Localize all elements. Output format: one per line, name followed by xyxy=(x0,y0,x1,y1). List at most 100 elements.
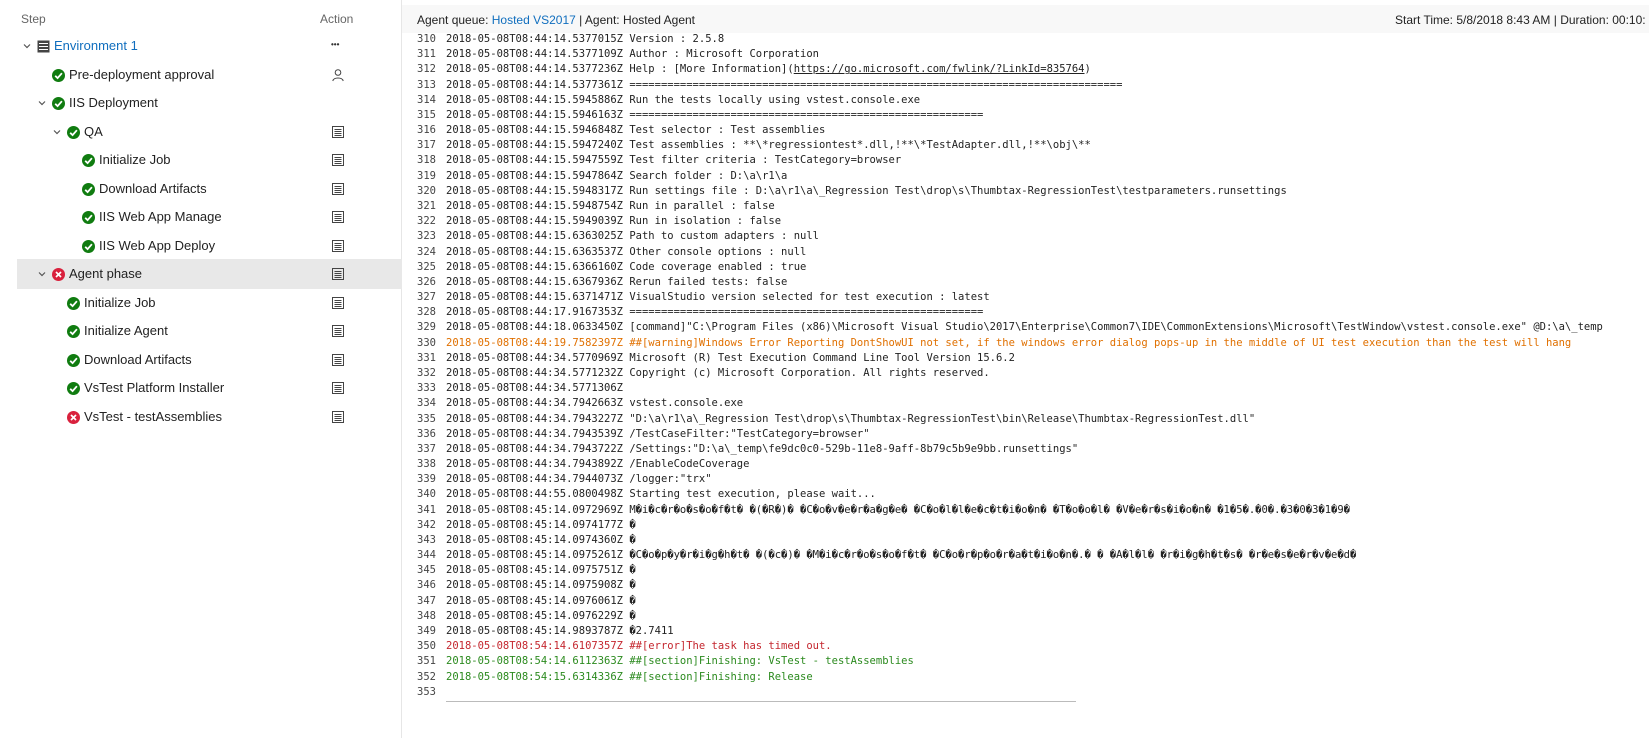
log-line: 325 2018-05-08T08:44:15.6366160Z Code cov… xyxy=(402,259,806,275)
chevron-down-icon[interactable] xyxy=(52,127,62,137)
log-timestamp: 2018-05-08T08:44:15.6371471Z xyxy=(446,291,624,304)
log-message: ##[section]Finishing: Release xyxy=(623,670,813,683)
horizontal-scrollbar[interactable] xyxy=(446,701,1076,702)
success-check-icon xyxy=(82,154,95,167)
agent-queue-info: Agent queue: Hosted VS2017 | Agent: Host… xyxy=(417,13,695,27)
log-message: ##[warning]Windows Error Reporting DontS… xyxy=(623,336,1572,349)
line-number: 322 xyxy=(417,215,436,228)
log-timestamp: 2018-05-08T08:44:18.0633450Z xyxy=(446,321,624,334)
log-line: 353 xyxy=(402,684,446,700)
step-label: Download Artifacts xyxy=(84,352,192,367)
view-log-icon[interactable] xyxy=(331,381,345,395)
log-timestamp: 2018-05-08T08:44:34.5770969Z xyxy=(446,351,624,364)
step-label: Initialize Job xyxy=(99,152,171,167)
log-line: 337 2018-05-08T08:44:34.7943722Z /Setting… xyxy=(402,441,1078,457)
log-message: Author : Microsoft Corporation xyxy=(623,48,819,61)
step-row-agent-initialize-job[interactable]: Initialize Job xyxy=(0,288,402,318)
log-line: 348 2018-05-08T08:45:14.0976229Z � xyxy=(402,608,636,624)
log-timestamp: 2018-05-08T08:54:14.6112363Z xyxy=(446,655,624,668)
queue-link[interactable]: Hosted VS2017 xyxy=(492,13,576,27)
step-row-agent-phase[interactable]: Agent phase xyxy=(17,259,402,289)
line-number: 339 xyxy=(417,473,436,486)
log-message: "D:\a\r1\a\_Regression Test\drop\s\Thumb… xyxy=(623,412,1256,425)
log-timestamp: 2018-05-08T08:44:15.5949039Z xyxy=(446,215,624,228)
step-row-iis-deployment[interactable]: IIS Deployment xyxy=(0,88,402,118)
line-number: 314 xyxy=(417,93,436,106)
line-number: 348 xyxy=(417,609,436,622)
log-line: 315 2018-05-08T08:44:15.5946163Z ========… xyxy=(402,107,983,123)
action-column-header: Action xyxy=(320,12,354,26)
run-time-info: Start Time: 5/8/2018 8:43 AM | Duration:… xyxy=(1395,13,1646,27)
step-row-vstest-platform-installer[interactable]: VsTest Platform Installer xyxy=(0,373,402,403)
log-line: 350 2018-05-08T08:54:14.6107357Z ##[error… xyxy=(402,638,832,654)
success-check-icon xyxy=(82,183,95,196)
view-log-icon[interactable] xyxy=(331,182,345,196)
log-line: 332 2018-05-08T08:44:34.5771232Z Copyrigh… xyxy=(402,365,990,381)
log-line: 320 2018-05-08T08:44:15.5948317Z Run sett… xyxy=(402,183,1287,199)
step-label: Agent phase xyxy=(69,266,143,281)
log-output[interactable]: 310 2018-05-08T08:44:14.5377015Z Version … xyxy=(402,34,1649,738)
log-message: ##[error]The task has timed out. xyxy=(623,640,832,653)
log-line: 343 2018-05-08T08:45:14.0974360Z � xyxy=(402,532,636,548)
step-label: IIS Web App Manage xyxy=(99,209,222,224)
log-timestamp: 2018-05-08T08:44:34.7943722Z xyxy=(446,442,624,455)
line-number: 337 xyxy=(417,442,436,455)
log-message: M�i�c�r�o�s�o�f�t� �(�R�)� �C�o�v�e�r�a�… xyxy=(623,503,1350,516)
step-row-vstest-test-assemblies[interactable]: VsTest - testAssemblies xyxy=(0,402,402,432)
step-row-pre-deployment-approval[interactable]: Pre-deployment approval xyxy=(0,60,402,90)
view-log-icon[interactable] xyxy=(331,267,345,281)
step-row-environment-1[interactable]: Environment 1 ••• xyxy=(0,31,402,61)
view-log-icon[interactable] xyxy=(331,210,345,224)
view-log-icon[interactable] xyxy=(331,296,345,310)
log-timestamp: 2018-05-08T08:45:14.0975261Z xyxy=(446,549,624,562)
line-number: 320 xyxy=(417,184,436,197)
step-row-iis-web-app-manage[interactable]: IIS Web App Manage xyxy=(0,202,402,232)
line-number: 349 xyxy=(417,625,436,638)
more-actions-icon[interactable]: ••• xyxy=(331,41,349,55)
log-timestamp: 2018-05-08T08:44:15.6366160Z xyxy=(446,260,624,273)
chevron-down-icon[interactable] xyxy=(37,98,47,108)
view-log-icon[interactable] xyxy=(331,353,345,367)
log-timestamp: 2018-05-08T08:45:14.0972969Z xyxy=(446,503,624,516)
line-number: 335 xyxy=(417,412,436,425)
line-number: 331 xyxy=(417,351,436,364)
line-number: 319 xyxy=(417,169,436,182)
log-line: 329 2018-05-08T08:44:18.0633450Z [command… xyxy=(402,319,1603,335)
log-timestamp: 2018-05-08T08:44:34.7944073Z xyxy=(446,473,624,486)
agent-label: | Agent: Hosted Agent xyxy=(575,13,695,27)
log-message: /EnableCodeCoverage xyxy=(623,458,750,471)
log-line: 342 2018-05-08T08:45:14.0974177Z � xyxy=(402,517,636,533)
steps-panel: Step Action Environment 1 ••• Pre-deployme… xyxy=(0,0,402,738)
step-row-initialize-agent[interactable]: Initialize Agent xyxy=(0,316,402,346)
approver-person-icon[interactable] xyxy=(331,68,345,82)
view-log-icon[interactable] xyxy=(331,410,345,424)
log-line: 339 2018-05-08T08:44:34.7944073Z /logger:… xyxy=(402,471,712,487)
view-log-icon[interactable] xyxy=(331,324,345,338)
log-link[interactable]: https://go.microsoft.com/fwlink/?LinkId=… xyxy=(794,63,1085,75)
line-number: 321 xyxy=(417,199,436,212)
chevron-down-icon[interactable] xyxy=(22,41,32,51)
log-message: Other console options : null xyxy=(623,245,807,258)
step-row-iis-web-app-deploy[interactable]: IIS Web App Deploy xyxy=(0,231,402,261)
log-panel: Agent queue: Hosted VS2017 | Agent: Host… xyxy=(402,0,1649,738)
step-row-download-artifacts[interactable]: Download Artifacts xyxy=(0,174,402,204)
step-label: IIS Deployment xyxy=(69,95,158,110)
success-check-icon xyxy=(67,325,80,338)
log-message: vstest.console.exe xyxy=(623,397,744,410)
view-log-icon[interactable] xyxy=(331,153,345,167)
log-line: 326 2018-05-08T08:44:15.6367936Z Rerun fa… xyxy=(402,274,787,290)
step-row-initialize-job[interactable]: Initialize Job xyxy=(0,145,402,175)
log-timestamp: 2018-05-08T08:45:14.0974177Z xyxy=(446,518,624,531)
step-row-qa-phase[interactable]: QA xyxy=(0,117,402,147)
chevron-down-icon[interactable] xyxy=(37,269,47,279)
log-message: /TestCaseFilter:"TestCategory=browser" xyxy=(623,427,870,440)
view-log-icon[interactable] xyxy=(331,239,345,253)
line-number: 342 xyxy=(417,518,436,531)
log-timestamp: 2018-05-08T08:44:15.5948754Z xyxy=(446,199,624,212)
line-number: 310 xyxy=(417,34,436,45)
log-header: Agent queue: Hosted VS2017 | Agent: Host… xyxy=(402,5,1649,33)
log-line: 324 2018-05-08T08:44:15.6363537Z Other co… xyxy=(402,244,806,260)
step-row-agent-download-artifacts[interactable]: Download Artifacts xyxy=(0,345,402,375)
view-log-icon[interactable] xyxy=(331,125,345,139)
log-line: 319 2018-05-08T08:44:15.5947864Z Search f… xyxy=(402,168,787,184)
